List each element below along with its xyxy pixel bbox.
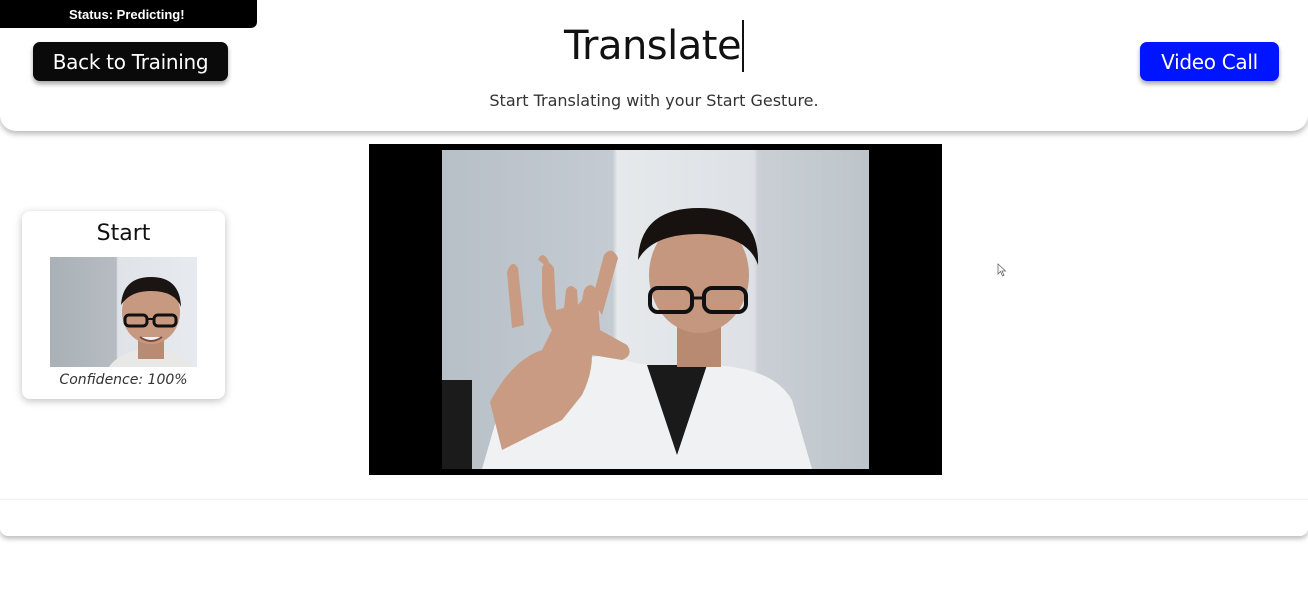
webcam-feed: [442, 150, 869, 469]
footer-panel: [0, 499, 1308, 536]
gesture-card[interactable]: Start Confidence: 100%: [22, 211, 225, 399]
back-to-training-button[interactable]: Back to Training: [33, 42, 228, 81]
video-call-button[interactable]: Video Call: [1140, 42, 1279, 81]
gesture-label: Start: [96, 221, 151, 246]
mouse-pointer-icon: [997, 263, 1007, 277]
page-subtitle: Start Translating with your Start Gestur…: [489, 91, 819, 110]
page-title: Translate: [564, 20, 745, 72]
gesture-confidence: Confidence: 100%: [59, 372, 188, 388]
status-badge: Status: Predicting!: [0, 0, 257, 28]
gesture-thumbnail-image: [108, 277, 194, 367]
webcam-feed-image: [442, 208, 812, 469]
translate-page: Translate Start Translating with your St…: [0, 0, 1308, 591]
webcam-video: [369, 144, 942, 475]
gesture-thumbnail: [50, 257, 197, 367]
